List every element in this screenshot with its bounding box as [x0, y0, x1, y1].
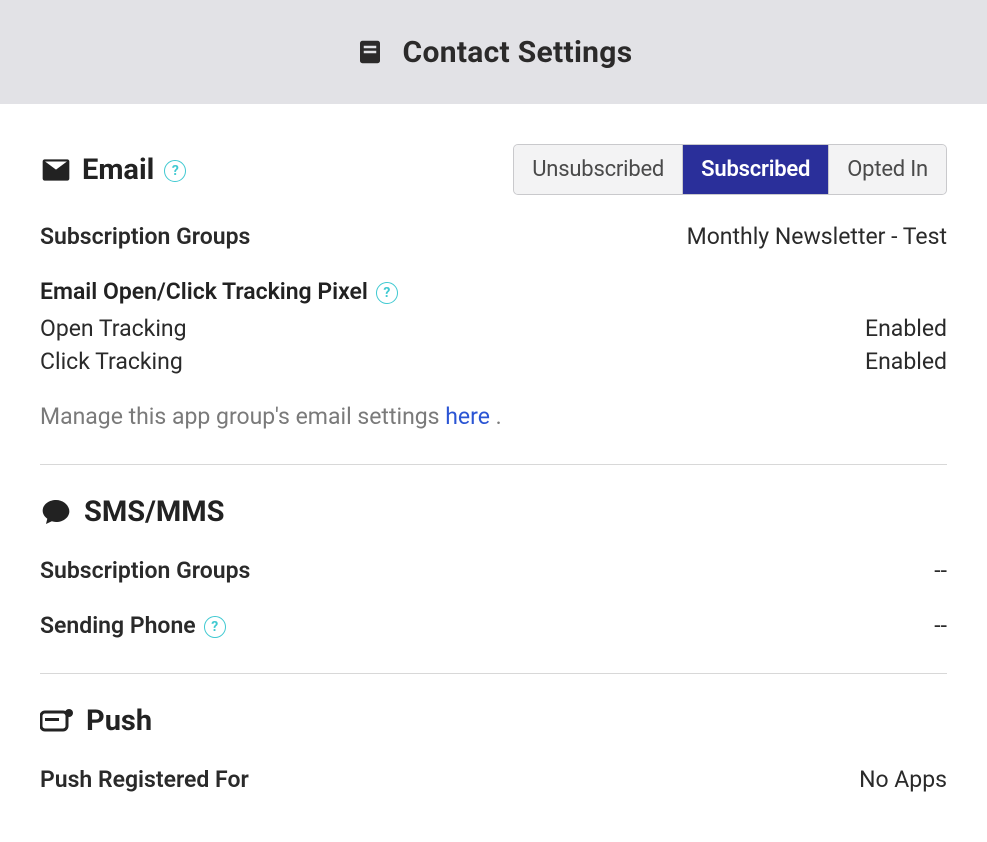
manage-settings-link[interactable]: here [445, 403, 490, 430]
open-tracking-value: Enabled [865, 315, 947, 342]
segment-unsubscribed[interactable]: Unsubscribed [514, 145, 683, 194]
segment-subscribed[interactable]: Subscribed [683, 145, 829, 194]
page-title: Contact Settings [403, 35, 633, 70]
click-tracking-label: Click Tracking [40, 348, 183, 375]
email-subscription-segmented-control: Unsubscribed Subscribed Opted In [513, 144, 947, 195]
help-icon[interactable]: ? [376, 282, 398, 304]
sending-phone-label: Sending Phone [40, 612, 196, 639]
email-subscription-groups-label: Subscription Groups [40, 223, 250, 250]
email-icon [40, 154, 72, 186]
manage-note-prefix: Manage this app group's email settings [40, 403, 445, 430]
sms-subscription-groups-label: Subscription Groups [40, 557, 250, 584]
manage-note-suffix: . [490, 403, 502, 430]
contact-card-icon [355, 37, 385, 67]
tracking-pixel-label: Email Open/Click Tracking Pixel [40, 278, 368, 305]
click-tracking-value: Enabled [865, 348, 947, 375]
help-icon[interactable]: ? [164, 160, 186, 182]
email-heading: Email [82, 153, 154, 187]
sms-subscription-groups-value: -- [934, 557, 947, 584]
segment-opted-in[interactable]: Opted In [829, 145, 946, 194]
divider [40, 464, 947, 465]
help-icon[interactable]: ? [204, 616, 226, 638]
open-tracking-label: Open Tracking [40, 315, 187, 342]
push-registered-for-label: Push Registered For [40, 766, 249, 793]
chat-icon [40, 496, 72, 528]
push-registered-for-value: No Apps [859, 766, 947, 793]
manage-note: Manage this app group's email settings h… [40, 403, 947, 430]
sms-heading: SMS/MMS [84, 495, 225, 529]
push-heading: Push [86, 704, 152, 738]
sending-phone-value: -- [934, 612, 947, 639]
divider [40, 673, 947, 674]
push-icon [40, 708, 74, 734]
page-header: Contact Settings [0, 0, 987, 104]
email-subscription-groups-value: Monthly Newsletter - Test [687, 223, 947, 250]
content: Email ? Unsubscribed Subscribed Opted In… [0, 104, 987, 813]
